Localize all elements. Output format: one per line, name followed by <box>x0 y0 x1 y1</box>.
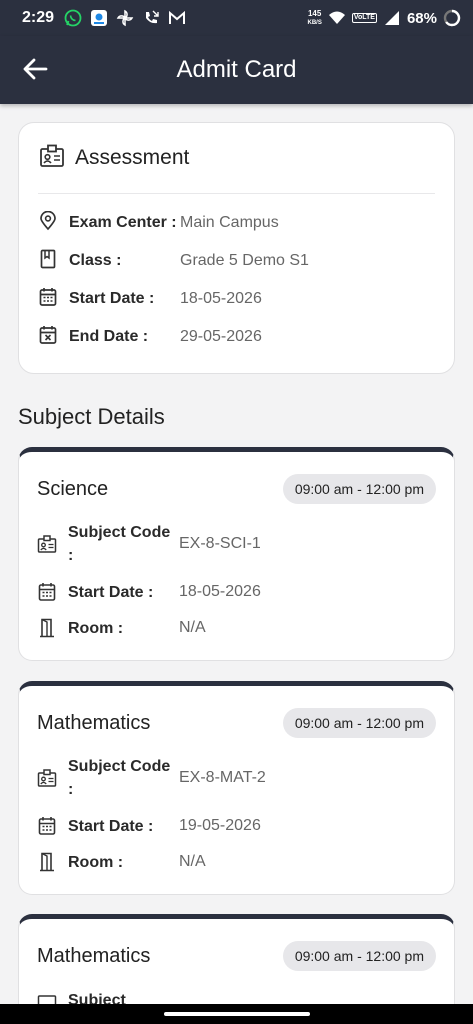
assessment-header: Assessment <box>19 123 454 193</box>
assessment-card: Assessment Exam Center : Main Campus Cla… <box>18 122 455 374</box>
subject-card[interactable]: Mathematics 09:00 am - 12:00 pm Subject … <box>18 681 455 895</box>
subject-start-date-label: Start Date : <box>68 817 154 835</box>
back-button[interactable] <box>18 54 52 88</box>
wifi-icon <box>328 9 346 27</box>
subject-start-date-value: 19-05-2026 <box>179 817 261 834</box>
calendar-icon <box>37 816 57 836</box>
missed-call-icon <box>142 9 160 27</box>
end-date-row: End Date : 29-05-2026 <box>19 318 454 356</box>
subject-room-label: Room : <box>68 853 124 871</box>
time-badge: 09:00 am - 12:00 pm <box>282 474 436 504</box>
id-card-icon <box>37 535 57 553</box>
exam-center-label: Exam Center : <box>69 214 177 231</box>
pinwheel-icon <box>116 9 134 27</box>
subject-code-value: EX-8-SCI-1 <box>179 535 261 552</box>
system-icons: 145 KB/S VoLTE 68% <box>307 9 461 27</box>
subject-code-row: Subject Code : EX-8-SCI-1 <box>37 514 454 574</box>
signal-icon <box>383 9 401 27</box>
subject-room-row: Room : N/A <box>37 844 454 880</box>
subject-code-row: Subject Code : EX-8-MAT-2 <box>37 748 454 808</box>
id-badge-icon <box>39 144 65 173</box>
status-bar: 2:29 145 KB/S VoLTE 68% <box>0 0 473 36</box>
calendar-icon <box>39 287 57 312</box>
page-title: Admit Card <box>176 56 297 83</box>
home-gesture-handle[interactable] <box>164 1012 310 1016</box>
class-row: Class : Grade 5 Demo S1 <box>19 242 454 280</box>
gmail-icon <box>168 9 186 27</box>
exam-center-row: Exam Center : Main Campus <box>19 204 454 242</box>
door-icon <box>37 852 57 872</box>
time-badge: 09:00 am - 12:00 pm <box>282 941 436 971</box>
arrow-left-icon <box>22 58 48 85</box>
subject-code-label: Subject Code : <box>68 524 171 564</box>
subject-name: Mathematics <box>37 711 151 734</box>
notification-icons <box>64 9 186 27</box>
start-date-row: Start Date : 18-05-2026 <box>19 280 454 318</box>
battery-ring-icon <box>443 9 461 27</box>
subject-start-date-label: Start Date : <box>68 583 154 601</box>
network-speed: 145 KB/S <box>307 8 322 27</box>
network-speed-unit: KB/S <box>307 19 322 26</box>
id-card-icon <box>37 769 57 787</box>
start-date-label: Start Date : <box>69 290 155 307</box>
subject-start-date-row: Start Date : 18-05-2026 <box>37 574 454 610</box>
start-date-value: 18-05-2026 <box>180 290 262 307</box>
subject-details-heading: Subject Details <box>18 404 165 429</box>
subject-start-date-row: Start Date : 19-05-2026 <box>37 808 454 844</box>
status-time: 2:29 <box>22 9 55 26</box>
subject-room-value: N/A <box>179 853 206 870</box>
subject-room-label: Room : <box>68 619 124 637</box>
subject-name: Mathematics <box>37 944 151 967</box>
door-icon <box>37 618 57 638</box>
system-navigation-bar <box>0 1004 473 1024</box>
class-value: Grade 5 Demo S1 <box>180 252 309 269</box>
calendar-icon <box>37 582 57 602</box>
volte-badge: VoLTE <box>351 13 377 23</box>
end-date-label: End Date : <box>69 328 149 345</box>
time-badge: 09:00 am - 12:00 pm <box>282 708 436 738</box>
exam-center-value: Main Campus <box>180 214 279 231</box>
bookmark-book-icon <box>39 249 57 274</box>
whatsapp-icon <box>64 9 82 27</box>
class-label: Class : <box>69 252 122 269</box>
subject-code-value: EX-8-MAT-2 <box>179 769 266 786</box>
network-speed-value: 145 <box>307 8 322 18</box>
subject-room-row: Room : N/A <box>37 610 454 646</box>
subject-room-value: N/A <box>179 619 206 636</box>
subject-code-label: Subject Code : <box>68 758 171 798</box>
calendar-x-icon <box>39 325 57 350</box>
battery-percent: 68% <box>406 9 437 27</box>
assessment-title: Assessment <box>75 146 190 169</box>
subject-start-date-value: 18-05-2026 <box>179 583 261 600</box>
app-bar: Admit Card <box>0 36 473 104</box>
end-date-value: 29-05-2026 <box>180 328 262 345</box>
subject-card[interactable]: Science 09:00 am - 12:00 pm Subject Code… <box>18 447 455 661</box>
subject-name: Science <box>37 477 109 500</box>
app-notification-icon <box>90 9 108 27</box>
location-pin-icon <box>39 210 57 236</box>
